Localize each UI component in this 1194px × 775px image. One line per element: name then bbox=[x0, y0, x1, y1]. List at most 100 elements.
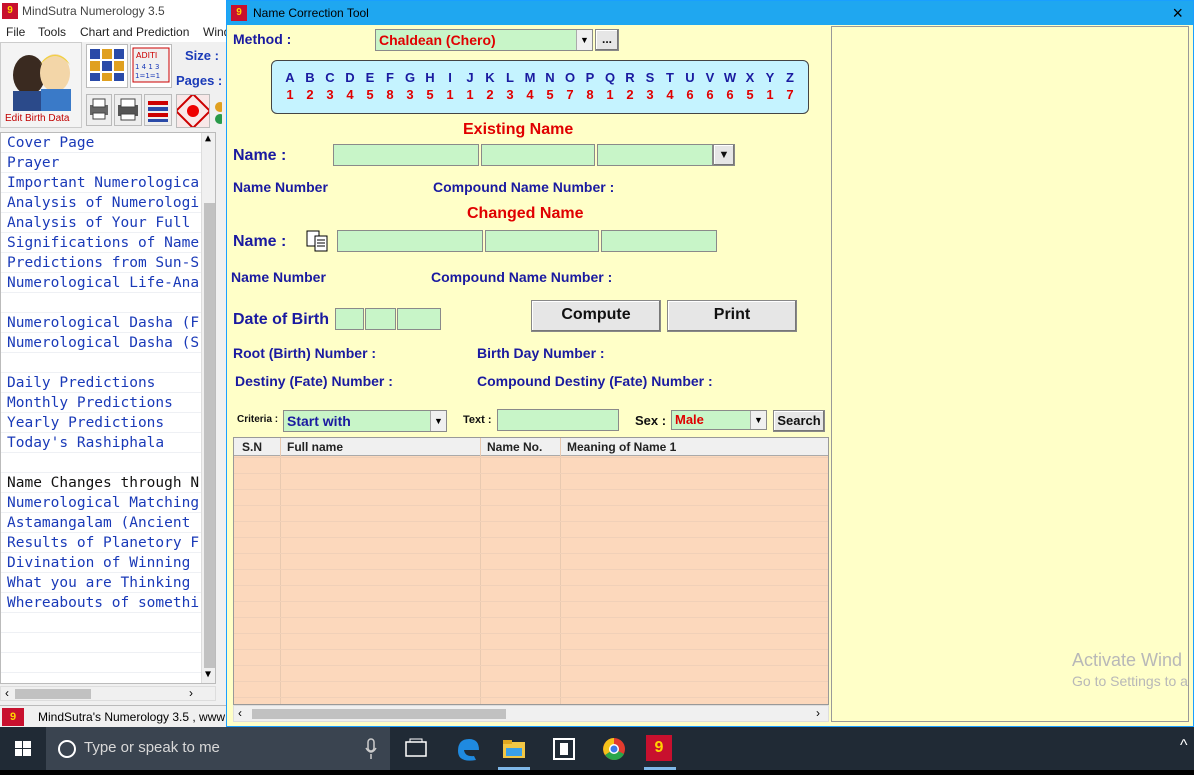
nav-list-item[interactable]: Analysis of Numerologi bbox=[1, 193, 201, 213]
task-view-icon[interactable] bbox=[402, 735, 430, 763]
alphabet-cell: P8 bbox=[580, 70, 600, 102]
grid-col-meaning[interactable]: Meaning of Name 1 bbox=[567, 440, 676, 454]
nav-list-item[interactable]: Results of Planetory F bbox=[1, 533, 201, 553]
nav-list-item[interactable]: What you are Thinking bbox=[1, 573, 201, 593]
nav-list-item[interactable]: Whereabouts of somethi bbox=[1, 593, 201, 613]
nav-list-item[interactable]: Prayer bbox=[1, 153, 201, 173]
alphabet-letter: W bbox=[723, 70, 737, 85]
search-button[interactable]: Search bbox=[773, 410, 825, 432]
chrome-icon[interactable] bbox=[600, 735, 628, 763]
numerology-app-icon[interactable]: 9 bbox=[646, 735, 672, 761]
grid-row-line bbox=[234, 521, 828, 522]
nav-list-item[interactable] bbox=[1, 353, 201, 373]
scroll-down-icon[interactable]: ▼ bbox=[205, 669, 211, 680]
scroll-right-icon[interactable]: › bbox=[816, 706, 820, 720]
chevron-up-icon[interactable]: ^ bbox=[1180, 737, 1188, 755]
changed-last-name-input[interactable] bbox=[601, 230, 717, 252]
nav-list-item[interactable]: Monthly Predictions bbox=[1, 393, 201, 413]
alphabet-cell: X5 bbox=[740, 70, 760, 102]
nav-list-item[interactable]: Numerological Matching bbox=[1, 493, 201, 513]
grid-horizontal-scrollbar[interactable]: ‹ › bbox=[233, 705, 829, 722]
nav-vscroll-thumb[interactable] bbox=[204, 203, 215, 668]
print-result-button[interactable]: Print bbox=[667, 300, 797, 332]
microphone-icon[interactable] bbox=[364, 738, 378, 760]
nav-horizontal-scrollbar[interactable]: ‹ › bbox=[0, 686, 216, 701]
alphabet-number: 2 bbox=[486, 87, 494, 102]
existing-last-name-input[interactable] bbox=[597, 144, 713, 166]
alphabet-letter: Q bbox=[604, 70, 616, 85]
print-preview-button[interactable] bbox=[86, 94, 112, 126]
dob-year-input[interactable] bbox=[397, 308, 441, 330]
grid-hscroll-thumb[interactable] bbox=[252, 709, 506, 719]
close-icon[interactable]: × bbox=[1172, 3, 1183, 23]
method-select[interactable]: Chaldean (Chero) ▼ bbox=[375, 29, 593, 51]
nav-hscroll-thumb[interactable] bbox=[15, 689, 91, 699]
alphabet-letter: O bbox=[564, 70, 576, 85]
nav-list-item[interactable]: Divination of Winning bbox=[1, 553, 201, 573]
nav-list-item[interactable]: Predictions from Sun-S bbox=[1, 253, 201, 273]
grid-col-sn[interactable]: S.N bbox=[242, 440, 262, 454]
print-button[interactable] bbox=[114, 94, 142, 126]
nav-list-item[interactable]: Significations of Name bbox=[1, 233, 201, 253]
menu-file[interactable]: File bbox=[6, 25, 25, 39]
changed-middle-name-input[interactable] bbox=[485, 230, 599, 252]
edge-browser-icon[interactable] bbox=[454, 735, 482, 763]
file-explorer-icon[interactable] bbox=[500, 735, 528, 763]
nav-list-item[interactable]: Cover Page bbox=[1, 133, 201, 153]
nav-list-empty-row bbox=[1, 673, 201, 683]
scroll-left-icon[interactable]: ‹ bbox=[5, 686, 9, 700]
grid-col-name-no[interactable]: Name No. bbox=[487, 440, 542, 454]
method-more-button[interactable]: ... bbox=[595, 29, 619, 51]
dob-day-input[interactable] bbox=[335, 308, 364, 330]
nav-list-item[interactable] bbox=[1, 453, 201, 473]
alphabet-cell: M4 bbox=[520, 70, 540, 102]
layout-grid-button[interactable] bbox=[86, 44, 128, 88]
taskbar-search-box[interactable]: Type or speak to me bbox=[46, 727, 390, 770]
report-button[interactable] bbox=[144, 94, 172, 126]
menu-chart-and-prediction[interactable]: Chart and Prediction bbox=[80, 25, 189, 39]
existing-first-name-input[interactable] bbox=[333, 144, 479, 166]
nav-vertical-scrollbar[interactable]: ▲ ▼ bbox=[201, 133, 215, 683]
grid-icon bbox=[90, 49, 124, 81]
nav-list-item[interactable]: Astamangalam (Ancient bbox=[1, 513, 201, 533]
nav-list-item[interactable]: Yearly Predictions bbox=[1, 413, 201, 433]
nav-list-item[interactable]: Numerological Dasha (S bbox=[1, 333, 201, 353]
scroll-right-icon[interactable]: › bbox=[189, 686, 193, 700]
nav-list-item[interactable]: Name Changes through N bbox=[1, 473, 201, 493]
changed-first-name-input[interactable] bbox=[337, 230, 483, 252]
nav-list-item[interactable]: Analysis of Your Full bbox=[1, 213, 201, 233]
grid-col-full-name[interactable]: Full name bbox=[287, 440, 343, 454]
scroll-left-icon[interactable]: ‹ bbox=[238, 706, 242, 720]
nav-list-item[interactable]: Daily Predictions bbox=[1, 373, 201, 393]
nav-list-item[interactable]: Numerological Life-Ana bbox=[1, 273, 201, 293]
existing-middle-name-input[interactable] bbox=[481, 144, 595, 166]
alphabet-cell: O7 bbox=[560, 70, 580, 102]
edit-birth-data-label: Edit Birth Data bbox=[5, 113, 70, 124]
nav-list-item[interactable]: Numerological Dasha (F bbox=[1, 313, 201, 333]
nav-list-item[interactable]: Important Numerologica bbox=[1, 173, 201, 193]
sex-select[interactable]: Male ▼ bbox=[671, 410, 767, 430]
criteria-select[interactable]: Start with ▼ bbox=[283, 410, 447, 432]
app-store-icon[interactable] bbox=[550, 735, 578, 763]
grid-row-line bbox=[234, 489, 828, 490]
more-tools-icon[interactable] bbox=[212, 98, 225, 126]
alphabet-number: 3 bbox=[646, 87, 654, 102]
compute-button[interactable]: Compute bbox=[531, 300, 661, 332]
scroll-up-icon[interactable]: ▲ bbox=[205, 133, 211, 144]
alphabet-letter: X bbox=[745, 70, 755, 85]
chevron-down-icon: ▼ bbox=[718, 149, 730, 161]
nav-list-item[interactable] bbox=[1, 293, 201, 313]
menu-tools[interactable]: Tools bbox=[38, 25, 66, 39]
dob-month-input[interactable] bbox=[365, 308, 396, 330]
alphabet-letter: R bbox=[625, 70, 635, 85]
existing-name-dropdown[interactable]: ▼ bbox=[713, 144, 735, 166]
grid-row-line bbox=[234, 697, 828, 698]
search-text-input[interactable] bbox=[497, 409, 619, 431]
edit-birth-data-button[interactable]: Edit Birth Data bbox=[0, 42, 82, 128]
chevron-down-icon: ▼ bbox=[750, 411, 766, 429]
nav-list-item[interactable]: Today's Rashiphala bbox=[1, 433, 201, 453]
sun-chart-button[interactable] bbox=[174, 92, 212, 130]
start-button[interactable] bbox=[0, 727, 46, 770]
aditi-chart-button[interactable]: ADITI 1 4 1 3 1=1=1 bbox=[130, 44, 172, 88]
copy-name-icon[interactable] bbox=[305, 229, 331, 253]
